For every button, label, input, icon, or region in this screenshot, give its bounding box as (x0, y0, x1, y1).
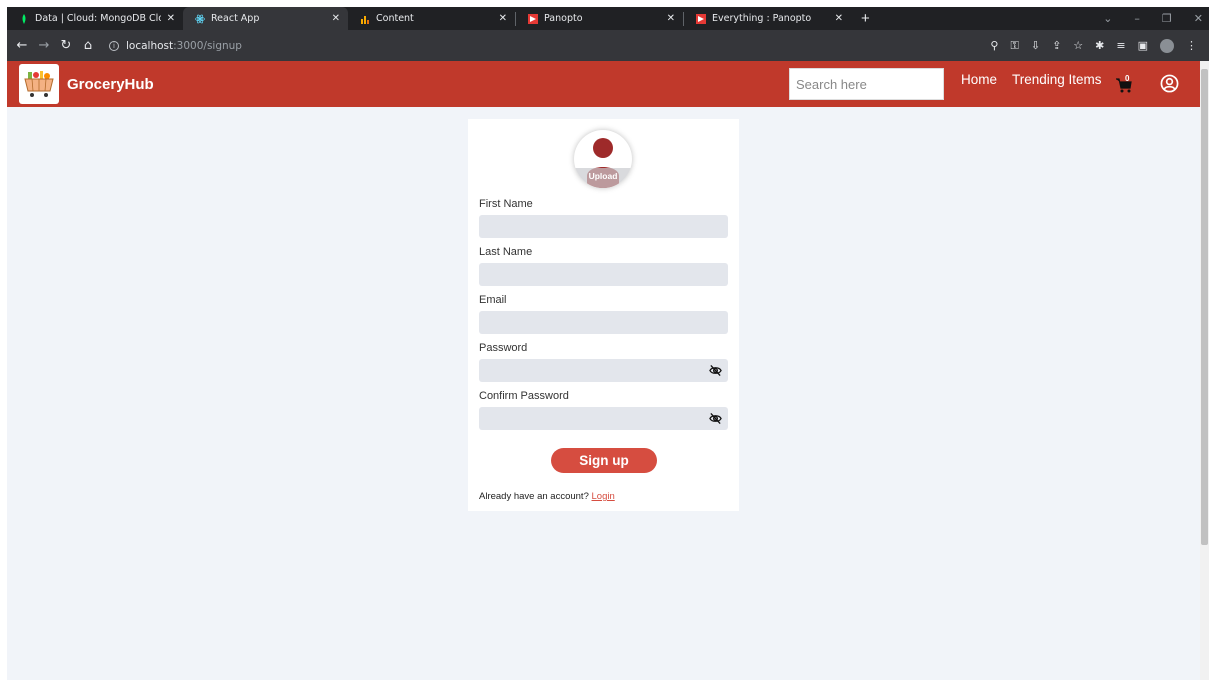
first-name-label: First Name (479, 198, 533, 210)
last-name-label: Last Name (479, 246, 533, 258)
login-prompt-text: Already have an account? (479, 491, 589, 502)
tab-title: Everything : Panopto (712, 13, 812, 24)
search-input[interactable] (789, 68, 944, 100)
panopto-icon (696, 13, 706, 24)
password-label: Password (479, 342, 528, 354)
confirm-password-field[interactable] (479, 407, 728, 430)
last-name-field[interactable] (479, 263, 728, 286)
react-icon (195, 14, 205, 24)
close-icon[interactable]: ✕ (499, 13, 507, 24)
close-icon[interactable]: ✕ (835, 13, 843, 24)
nav-home-link[interactable]: Home (961, 72, 997, 87)
brand-name[interactable]: GroceryHub (67, 76, 154, 93)
install-app-icon[interactable]: ⇩ (1031, 39, 1040, 52)
eye-slash-icon[interactable] (709, 364, 722, 377)
key-icon[interactable]: ⚿ (1010, 39, 1018, 53)
grocery-basket-logo-icon[interactable] (19, 64, 59, 104)
page-viewport: GroceryHub Home Trending Items 0 (7, 61, 1209, 680)
close-icon[interactable]: ✕ (332, 13, 340, 24)
first-name-field[interactable] (479, 215, 728, 238)
forward-arrow-icon[interactable]: → (33, 38, 55, 53)
close-icon[interactable]: ✕ (667, 13, 675, 24)
close-window-icon[interactable]: ✕ (1194, 12, 1203, 25)
login-link[interactable]: Login (592, 491, 615, 502)
side-panel-icon[interactable]: ▣ (1138, 39, 1148, 52)
page-scrollbar[interactable] (1200, 61, 1209, 680)
location-pin-icon[interactable]: ⚲ (990, 39, 998, 52)
tab-content[interactable]: Content ✕ (348, 7, 515, 30)
reload-icon[interactable]: ↻ (55, 38, 77, 53)
menu-kebab-icon[interactable]: ⋮ (1186, 39, 1197, 52)
password-field[interactable] (479, 359, 728, 382)
browser-toolbar: ← → ↻ ⌂ i localhost:3000/signup ⚲ ⚿ ⇩ ⇪ … (7, 30, 1209, 61)
panopto-icon (528, 13, 538, 24)
url-host: localhost (126, 39, 174, 52)
browser-window: Data | Cloud: MongoDB Cloud ✕ React App … (0, 0, 1209, 680)
restore-icon[interactable]: ❐ (1162, 12, 1172, 25)
email-label: Email (479, 294, 507, 306)
scrollbar-thumb[interactable] (1201, 69, 1208, 545)
email-field[interactable] (479, 311, 728, 334)
new-tab-plus-icon[interactable]: + (861, 10, 870, 27)
tab-title: Content (376, 13, 414, 24)
tab-everything-panopto[interactable]: Everything : Panopto ✕ (684, 7, 851, 30)
extension-toolbar: ⚲ ⚿ ⇩ ⇪ ☆ ✱ ≡ ▣ ⋮ (990, 30, 1197, 61)
bookmark-star-icon[interactable]: ☆ (1073, 39, 1083, 52)
share-icon[interactable]: ⇪ (1052, 39, 1061, 52)
cart-count-badge: 0 (1125, 74, 1130, 83)
signup-button[interactable]: Sign up (551, 448, 657, 473)
nav-trending-items-link[interactable]: Trending Items (1012, 72, 1102, 87)
confirm-password-label: Confirm Password (479, 390, 569, 402)
reading-list-icon[interactable]: ≡ (1116, 39, 1125, 52)
tab-title: Data | Cloud: MongoDB Cloud (35, 13, 161, 24)
address-bar[interactable]: i localhost:3000/signup (109, 40, 242, 52)
site-info-icon[interactable]: i (109, 40, 119, 51)
extensions-puzzle-icon[interactable]: ✱ (1095, 39, 1104, 52)
profile-avatar[interactable] (1160, 38, 1174, 53)
upload-label: Upload (588, 171, 618, 181)
tab-search-chevron-icon[interactable]: ⌄ (1103, 12, 1112, 25)
bar-chart-icon (360, 14, 370, 24)
tab-title: React App (211, 13, 260, 24)
minimize-icon[interactable]: – (1134, 12, 1140, 25)
mongodb-leaf-icon (19, 13, 29, 24)
eye-slash-icon[interactable] (709, 412, 722, 425)
back-arrow-icon[interactable]: ← (11, 38, 33, 53)
tab-panopto[interactable]: Panopto ✕ (516, 7, 683, 30)
user-account-icon[interactable] (1160, 74, 1179, 93)
app-header: GroceryHub Home Trending Items 0 (7, 61, 1200, 107)
tab-strip: Data | Cloud: MongoDB Cloud ✕ React App … (7, 7, 1209, 30)
profile-image-upload[interactable]: Upload (574, 130, 632, 188)
shopping-cart-icon[interactable] (1115, 76, 1133, 94)
tab-mongodb[interactable]: Data | Cloud: MongoDB Cloud ✕ (7, 7, 183, 30)
tab-title: Panopto (544, 13, 583, 24)
url-path: :3000/signup (173, 39, 242, 52)
tab-react-app[interactable]: React App ✕ (183, 7, 348, 30)
window-controls: ⌄ – ❐ ✕ (1103, 7, 1203, 30)
login-prompt: Already have an account? Login (479, 491, 615, 502)
signup-card: Upload First Name Last Name Email Passwo… (468, 119, 739, 511)
close-icon[interactable]: ✕ (167, 13, 175, 24)
home-icon[interactable]: ⌂ (77, 38, 99, 53)
